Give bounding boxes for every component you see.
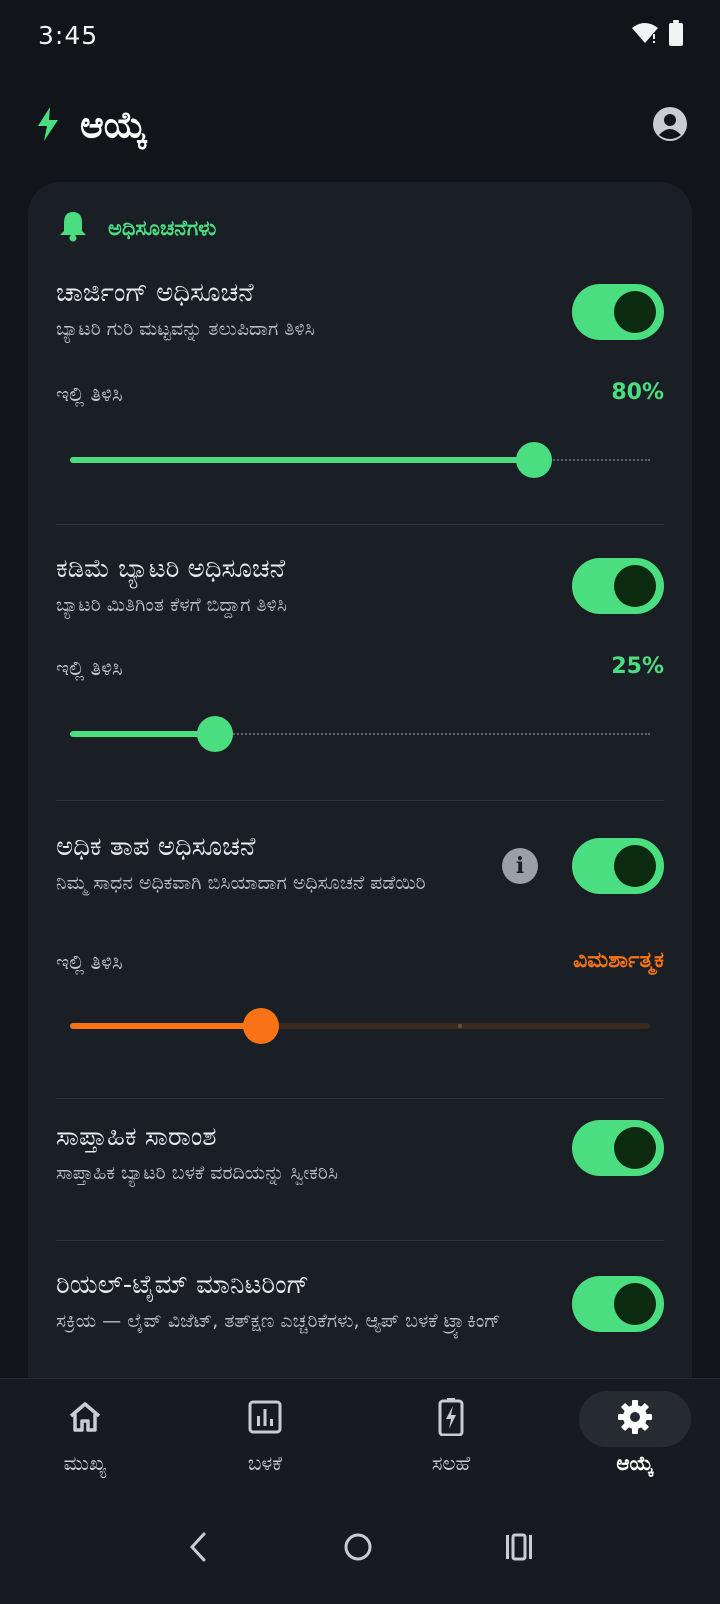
- bottom-nav: ಮುಖ್ಯ ಬಳಕೆ ಸಲಹೆ ಆಯ್ಕೆ: [0, 1378, 720, 1494]
- bolt-icon: [36, 107, 60, 145]
- divider: [56, 800, 664, 801]
- status-bar: 3:45: [0, 0, 720, 70]
- app-header: ಆಯ್ಕೆ: [0, 90, 720, 162]
- section-header: ಅಧಿಸೂಚನೆಗಳು: [58, 210, 216, 246]
- nav-item-settings[interactable]: ಆಯ್ಕೆ: [570, 1391, 700, 1487]
- alert-label: ಇಲ್ಲಿ ತಿಳಿಸಿ: [56, 950, 123, 974]
- realtime-monitoring-toggle[interactable]: [572, 1276, 664, 1332]
- wifi-icon: [632, 22, 658, 48]
- alert-label: ಇಲ್ಲಿ ತಿಳಿಸಿ: [56, 656, 123, 680]
- charging-notification-toggle[interactable]: [572, 284, 664, 340]
- slider-thumb[interactable]: [243, 1008, 280, 1044]
- charging-notification-row: ಚಾರ್ಜಿಂಗ್ ಅಧಿಸೂಚನೆ ಬ್ಯಾಟರಿ ಗುರಿ ಮಟ್ಟವನ್ನ…: [56, 278, 664, 508]
- bell-icon: [58, 210, 88, 246]
- gear-icon: [617, 1399, 653, 1439]
- charging-level-slider[interactable]: [70, 440, 650, 480]
- divider: [56, 524, 664, 525]
- nav-item-tips[interactable]: ಸಲಹೆ: [386, 1391, 516, 1487]
- nav-item-usage[interactable]: ಬಳಕೆ: [200, 1391, 330, 1487]
- home-icon: [67, 1399, 103, 1439]
- notifications-card: ಅಧಿಸೂಚನೆಗಳು ಚಾರ್ಜಿಂಗ್ ಅಧಿಸೂಚನೆ ಬ್ಯಾಟರಿ ಗ…: [28, 182, 692, 1382]
- recents-icon[interactable]: [504, 1533, 534, 1565]
- overheat-notification-row: ಅಧಿಕ ತಾಪ ಅಧಿಸೂಚನೆ ನಿಮ್ಮ ಸಾಧನ ಅಧಿಕವಾಗಿ ಬಿ…: [56, 832, 664, 1072]
- temperature-level-slider[interactable]: [70, 1006, 650, 1046]
- slider-thumb[interactable]: [197, 716, 233, 752]
- section-title: ಅಧಿಸೂಚನೆಗಳು: [108, 215, 217, 240]
- low-battery-notification-toggle[interactable]: [572, 558, 664, 614]
- battery-bolt-icon: [438, 1398, 464, 1440]
- home-circle-icon[interactable]: [343, 1532, 373, 1566]
- info-icon: i: [515, 853, 525, 879]
- weekly-summary-toggle[interactable]: [572, 1120, 664, 1176]
- row-subtitle: ನಿಮ್ಮ ಸಾಧನ ಅಧಿಕವಾಗಿ ಬಿಸಿಯಾದಾಗ ಅಧಿಸೂಚನೆ ಪ…: [56, 872, 426, 894]
- nav-label: ಮುಖ್ಯ: [63, 1451, 107, 1475]
- nav-item-home[interactable]: ಮುಖ್ಯ: [20, 1391, 150, 1487]
- slider-thumb[interactable]: [516, 442, 552, 478]
- row-subtitle: ಬ್ಯಾಟರಿ ಮಿತಿಗಿಂತ ಕೆಳಗೆ ಬಿದ್ದಾಗ ತಿಳಿಸಿ: [56, 594, 287, 616]
- status-time: 3:45: [38, 20, 99, 50]
- row-subtitle: ಸಕ್ರಿಯ — ಲೈವ್ ವಿಜೆಟ್, ತತ್ಕ್ಷಣ ಎಚ್ಚರಿಕೆಗಳ…: [56, 1310, 501, 1332]
- battery-icon: [668, 20, 684, 50]
- alert-value: ವಿಮರ್ಶಾತ್ಮಕ: [573, 948, 664, 973]
- alert-value: 25%: [611, 654, 664, 679]
- divider: [56, 1240, 664, 1241]
- alert-value: 80%: [611, 380, 664, 405]
- row-subtitle: ಸಾಪ್ತಾಹಿಕ ಬ್ಯಾಟರಿ ಬಳಕೆ ವರದಿಯನ್ನು ಸ್ವೀಕರಿ…: [56, 1162, 338, 1184]
- system-nav-bar: [0, 1494, 720, 1604]
- page-title: ಆಯ್ಕೆ: [80, 105, 148, 146]
- realtime-monitoring-row: ರಿಯಲ್-ಟೈಮ್ ಮಾನಿಟರಿಂಗ್ ಸಕ್ರಿಯ — ಲೈವ್ ವಿಜೆ…: [56, 1270, 664, 1380]
- divider: [56, 1098, 664, 1099]
- status-icons: [632, 20, 684, 50]
- row-title: ಅಧಿಕ ತಾಪ ಅಧಿಸೂಚನೆ: [56, 832, 256, 862]
- nav-label: ಆಯ್ಕೆ: [616, 1451, 654, 1475]
- overheat-notification-toggle[interactable]: [572, 838, 664, 894]
- low-battery-level-slider[interactable]: [70, 714, 650, 754]
- chart-icon: [248, 1400, 282, 1438]
- weekly-summary-row: ಸಾಪ್ತಾಹಿಕ ಸಾರಾಂಶ ಸಾಪ್ತಾಹಿಕ ಬ್ಯಾಟರಿ ಬಳಕೆ …: [56, 1120, 664, 1222]
- nav-label: ಸಲಹೆ: [431, 1451, 471, 1475]
- back-icon[interactable]: [186, 1532, 212, 1566]
- low-battery-notification-row: ಕಡಿಮೆ ಬ್ಯಾಟರಿ ಅಧಿಸೂಚನೆ ಬ್ಯಾಟರಿ ಮಿತಿಗಿಂತ …: [56, 554, 664, 784]
- nav-label: ಬಳಕೆ: [247, 1451, 283, 1475]
- alert-label: ಇಲ್ಲಿ ತಿಳಿಸಿ: [56, 382, 123, 406]
- info-button[interactable]: i: [502, 848, 538, 884]
- account-icon: [652, 106, 688, 146]
- profile-button[interactable]: [650, 106, 690, 146]
